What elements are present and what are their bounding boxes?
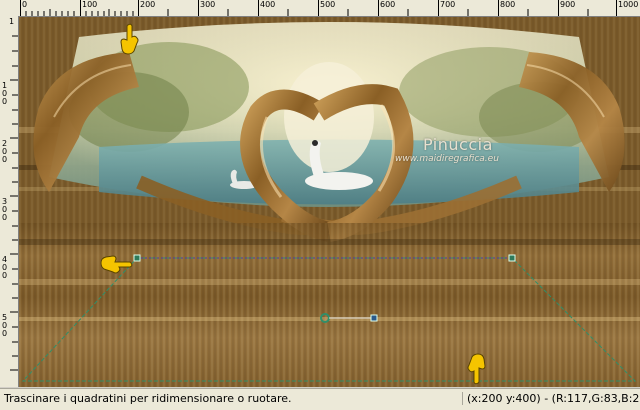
corner-handle[interactable]: [133, 254, 141, 262]
watermark-url: www.maidiregrafica.eu: [395, 154, 499, 164]
horizontal-ruler: 0 100 200 300 400 500 600 700 800 900 10…: [0, 0, 640, 17]
artwork: [19, 17, 640, 387]
pointing-hand-icon: [100, 255, 133, 274]
status-hint: Trascinare i quadratini per ridimensiona…: [4, 392, 292, 405]
status-bar: Trascinare i quadratini per ridimensiona…: [0, 388, 640, 410]
image-canvas[interactable]: Pinuccia www.maidiregrafica.eu: [19, 17, 640, 387]
pointing-hand-icon: [120, 23, 139, 55]
watermark-name: Pinuccia: [423, 135, 493, 154]
corner-handle[interactable]: [508, 254, 516, 262]
ruler-minor-ticks: [25, 9, 589, 16]
status-info: (x:200 y:400) - (R:117,G:83,B:25,O: [462, 392, 640, 405]
ruler-minor-ticks: [10, 35, 18, 371]
pointing-hand-icon: [467, 353, 486, 385]
vertical-ruler: 1 1 0 0 2 0 0 3 0 0 4 0 0 5 0 0: [0, 16, 19, 387]
